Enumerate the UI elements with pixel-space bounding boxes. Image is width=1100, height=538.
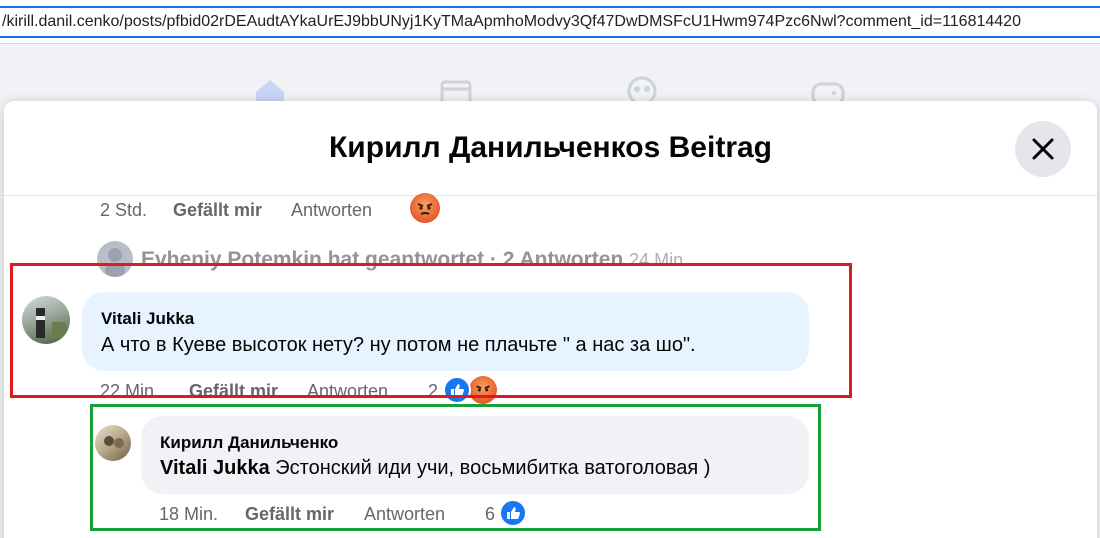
top-comment-like-button[interactable]: Gefällt mir bbox=[173, 200, 262, 221]
modal-title: Кирилл Данильченкоs Beitrag bbox=[329, 131, 772, 164]
browser-address-bar[interactable]: /kirill.danil.cenko/posts/pfbid02rDEAudt… bbox=[0, 0, 1100, 44]
top-comment-reply-button[interactable]: Antworten bbox=[291, 200, 372, 221]
angry-reaction-icon bbox=[410, 193, 440, 223]
top-comment-time[interactable]: 2 Std. bbox=[100, 200, 147, 221]
highlight-box-green bbox=[90, 404, 821, 531]
url-text: /kirill.danil.cenko/posts/pfbid02rDEAudt… bbox=[2, 13, 1021, 30]
close-button[interactable] bbox=[1015, 121, 1071, 177]
modal-header: Кирилл Данильченкоs Beitrag bbox=[4, 101, 1097, 196]
highlight-box-red bbox=[10, 263, 852, 398]
close-icon bbox=[1032, 138, 1054, 160]
